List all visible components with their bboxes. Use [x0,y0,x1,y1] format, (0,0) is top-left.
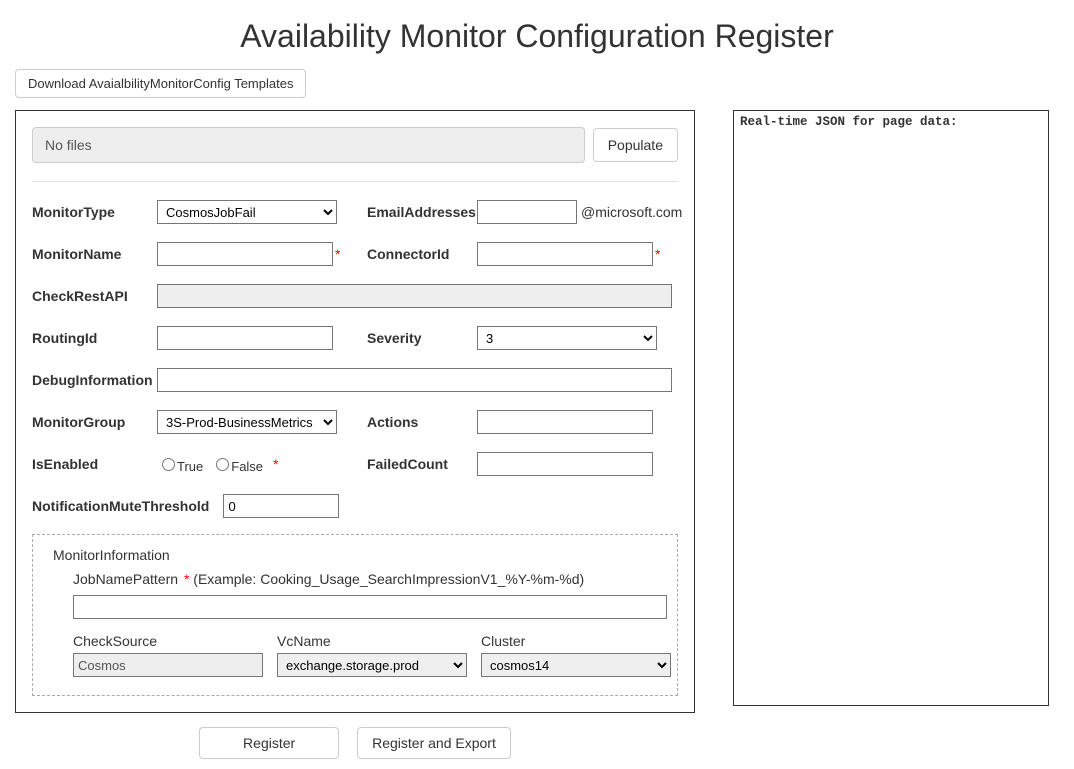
populate-button[interactable]: Populate [593,128,678,162]
failed-count-input[interactable] [477,452,653,476]
monitor-type-select[interactable]: CosmosJobFail [157,200,337,224]
debug-information-input[interactable] [157,368,672,392]
required-marker: * [335,246,340,262]
is-enabled-false-option[interactable]: False [211,455,263,474]
required-marker: * [655,246,660,262]
label-monitor-type: MonitorType [32,204,157,220]
notification-mute-threshold-input[interactable] [223,494,339,518]
download-templates-button[interactable]: Download AvaialbilityMonitorConfig Templ… [15,69,306,98]
label-connector-id: ConnectorId [367,246,477,262]
label-monitor-name: MonitorName [32,246,157,262]
register-button[interactable]: Register [199,727,339,759]
actions-input[interactable] [477,410,653,434]
label-vc-name: VcName [277,633,467,649]
label-is-enabled: IsEnabled [32,456,157,472]
monitor-information-fieldset: MonitorInformation JobNamePattern * (Exa… [32,534,678,696]
fieldset-legend: MonitorInformation [53,547,657,563]
connector-id-input[interactable] [477,242,653,266]
check-rest-api-input [157,284,672,308]
label-check-rest-api: CheckRestAPI [32,288,157,304]
label-job-name-pattern: JobNamePattern [73,571,178,587]
file-drop-box[interactable]: No files [32,127,585,163]
label-failed-count: FailedCount [367,456,477,472]
check-source-input [73,653,263,677]
required-marker: * [184,571,193,587]
monitor-name-input[interactable] [157,242,333,266]
cluster-select[interactable]: cosmos14 [481,653,671,677]
is-enabled-true-option[interactable]: True [157,455,203,474]
label-cluster: Cluster [481,633,671,649]
page-title: Availability Monitor Configuration Regis… [15,18,1059,55]
label-check-source: CheckSource [73,633,263,649]
label-severity: Severity [367,330,477,346]
label-debug-information: DebugInformation [32,372,157,388]
required-marker: * [273,456,278,472]
is-enabled-false-radio[interactable] [216,458,229,471]
config-form-panel: No files Populate MonitorType CosmosJobF… [15,110,695,713]
severity-select[interactable]: 3 [477,326,657,350]
json-panel-header: Real-time JSON for page data: [740,115,958,129]
job-name-pattern-hint: (Example: Cooking_Usage_SearchImpression… [193,571,584,587]
job-name-pattern-input[interactable] [73,595,667,619]
label-actions: Actions [367,414,477,430]
label-routing-id: RoutingId [32,330,157,346]
monitor-group-select[interactable]: 3S-Prod-BusinessMetrics [157,410,337,434]
label-email-addresses: EmailAddresses [367,204,477,220]
register-and-export-button[interactable]: Register and Export [357,727,511,759]
vc-name-select[interactable]: exchange.storage.prod [277,653,467,677]
email-addresses-input[interactable] [477,200,577,224]
email-suffix: @microsoft.com [581,204,682,220]
realtime-json-panel: Real-time JSON for page data: [733,110,1049,706]
routing-id-input[interactable] [157,326,333,350]
label-monitor-group: MonitorGroup [32,414,157,430]
label-notification-mute-threshold: NotificationMuteThreshold [32,498,209,514]
is-enabled-true-radio[interactable] [162,458,175,471]
